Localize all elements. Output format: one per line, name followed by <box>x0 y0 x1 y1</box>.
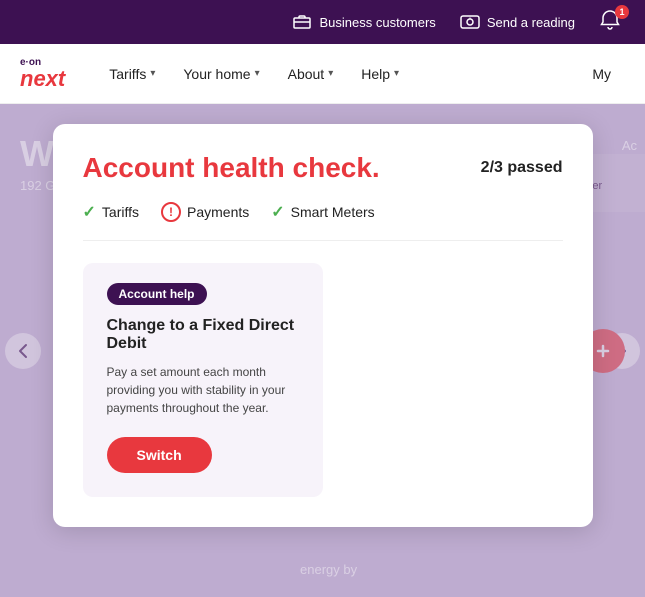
nav-item-tariffs[interactable]: Tariffs ▾ <box>95 44 169 104</box>
notification-badge: 1 <box>615 5 629 19</box>
check-smart-meters-label: Smart Meters <box>291 204 375 220</box>
nav-about-label: About <box>288 66 325 82</box>
check-smart-meters: ✓ Smart Meters <box>271 202 374 222</box>
modal-checks: ✓ Tariffs ! Payments ✓ Smart Meters <box>83 202 563 241</box>
inner-card-tag: Account help <box>107 283 207 305</box>
modal-header: Account health check. 2/3 passed <box>83 152 563 184</box>
nav-item-your-home[interactable]: Your home ▾ <box>169 44 273 104</box>
check-tariffs: ✓ Tariffs <box>83 202 140 222</box>
check-payments: ! Payments <box>161 202 249 222</box>
help-chevron-icon: ▾ <box>394 68 399 79</box>
logo: e·on next <box>20 58 65 90</box>
send-reading-label: Send a reading <box>487 15 575 30</box>
nav-help-label: Help <box>361 66 390 82</box>
inner-card: Account help Change to a Fixed Direct De… <box>83 263 323 497</box>
nav-item-help[interactable]: Help ▾ <box>347 44 413 104</box>
about-chevron-icon: ▾ <box>328 68 333 79</box>
tariffs-check-icon: ✓ <box>83 202 96 222</box>
nav-my[interactable]: My <box>578 66 625 82</box>
nav-item-about[interactable]: About ▾ <box>274 44 348 104</box>
nav-my-label: My <box>592 66 611 82</box>
business-icon <box>292 12 312 32</box>
your-home-chevron-icon: ▾ <box>255 68 260 79</box>
business-customers-link[interactable]: Business customers <box>292 12 435 32</box>
top-bar: Business customers Send a reading 1 <box>0 0 645 44</box>
nav-bar: e·on next Tariffs ▾ Your home ▾ About ▾ … <box>0 44 645 104</box>
check-tariffs-label: Tariffs <box>102 204 139 220</box>
modal-passed: 2/3 passed <box>481 159 563 177</box>
inner-card-description: Pay a set amount each month providing yo… <box>107 363 299 417</box>
notification-bell[interactable]: 1 <box>599 9 625 35</box>
nav-items: Tariffs ▾ Your home ▾ About ▾ Help ▾ <box>95 44 578 104</box>
smart-meters-check-icon: ✓ <box>271 202 284 222</box>
modal-title: Account health check. <box>83 152 380 184</box>
business-customers-label: Business customers <box>319 15 435 30</box>
modal-card: Account health check. 2/3 passed ✓ Tarif… <box>53 124 593 527</box>
modal-overlay: Account health check. 2/3 passed ✓ Tarif… <box>0 104 645 597</box>
check-payments-label: Payments <box>187 204 249 220</box>
logo-next: next <box>20 68 65 90</box>
inner-card-title: Change to a Fixed Direct Debit <box>107 317 299 353</box>
tariffs-chevron-icon: ▾ <box>150 68 155 79</box>
send-reading-link[interactable]: Send a reading <box>460 12 575 32</box>
payments-warning-icon: ! <box>161 202 181 222</box>
nav-tariffs-label: Tariffs <box>109 66 146 82</box>
nav-your-home-label: Your home <box>183 66 250 82</box>
meter-icon <box>460 12 480 32</box>
switch-button[interactable]: Switch <box>107 437 212 473</box>
